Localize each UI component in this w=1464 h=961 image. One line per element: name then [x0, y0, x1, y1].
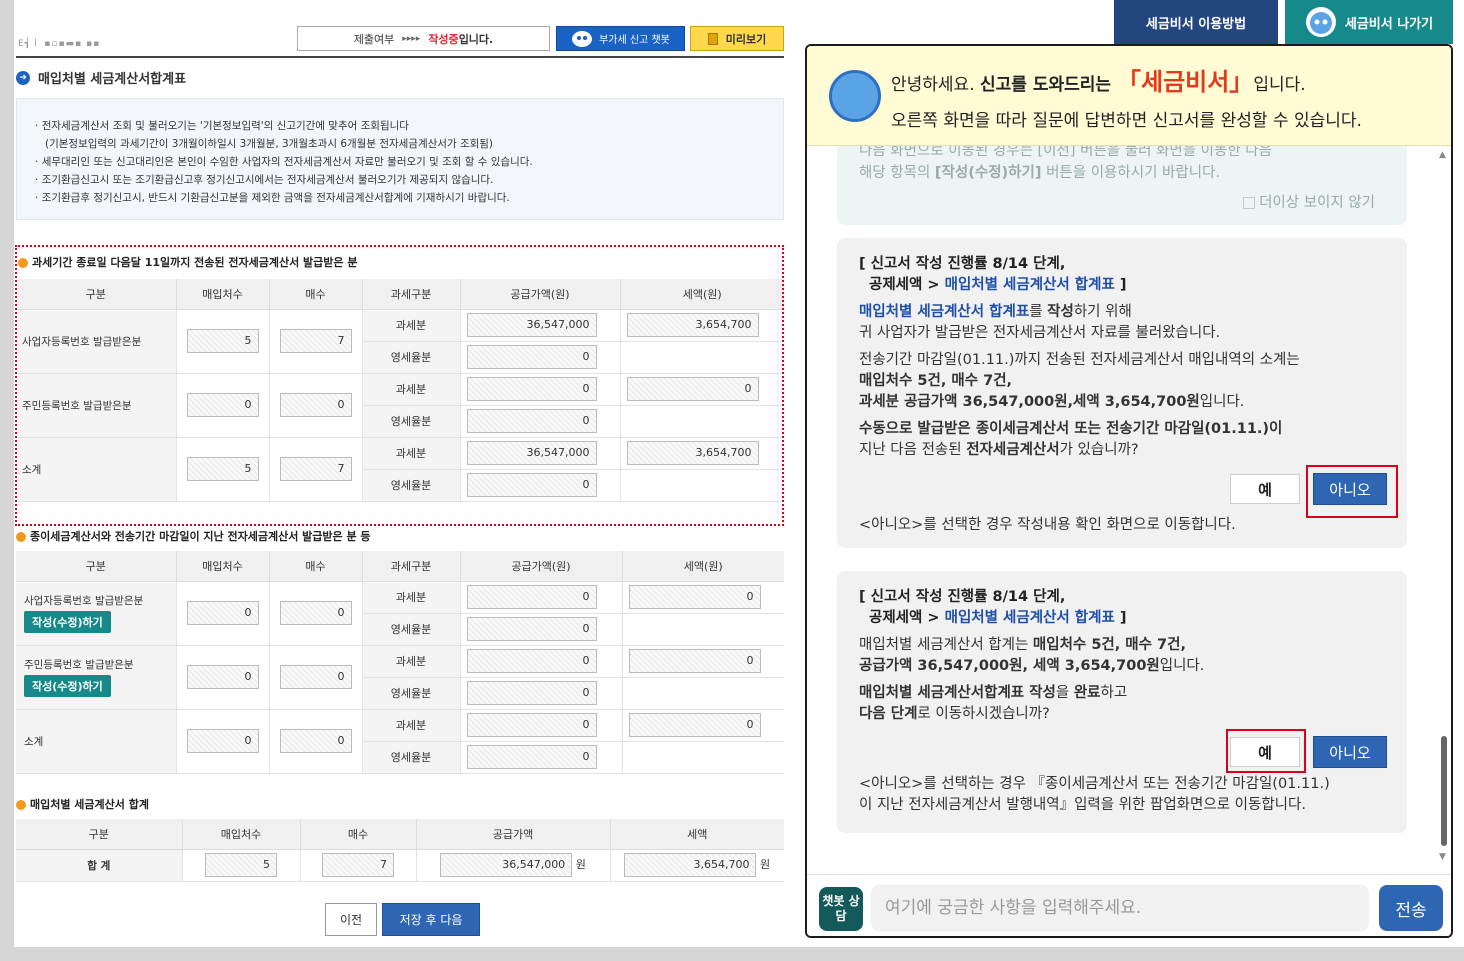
- mascot-icon: [829, 70, 881, 122]
- supply-field: 36,547,000: [466, 441, 597, 465]
- vendors-field: 5: [205, 853, 277, 877]
- count-field: 7: [279, 329, 352, 353]
- vendors-field: 0: [186, 601, 259, 625]
- scroll-down-icon[interactable]: ▼: [1439, 852, 1446, 862]
- supply-field: 0: [466, 377, 597, 401]
- chat-panel: 다음 화면으로 이동된 경우는 [이전] 버튼을 눌러 화면을 이동한 다음 해…: [805, 44, 1453, 938]
- supply-field: 0: [466, 617, 597, 641]
- dont-show-label: 더이상 보이지 않기: [1259, 195, 1375, 211]
- form-toolbar: E┪ㅣ ▪▫▪▬▪ ▪▪ 제출여부 ▸▸▸▸ 작성중입니다. 부가세 신고 챗봇…: [16, 26, 784, 58]
- notice-item: · 조기환급신고시 또는 조기환급신고후 정기신고시에서는 전자세금계산서 불러…: [35, 174, 494, 186]
- vendors-field: 5: [186, 329, 259, 353]
- vendors-field: 5: [186, 457, 259, 481]
- highlight-box: [1226, 729, 1306, 773]
- supply-field: 0: [466, 473, 597, 497]
- supply-field: 0: [466, 345, 597, 369]
- edit-button[interactable]: 작성(수정)하기: [24, 611, 111, 633]
- scroll-thumb[interactable]: [1441, 736, 1447, 846]
- faded-message: 다음 화면으로 이동된 경우는 [이전] 버튼을 눌러 화면을 이동한 다음 해…: [837, 146, 1407, 225]
- chat-input[interactable]: 여기에 궁금한 사항을 입력해주세요.: [871, 885, 1369, 931]
- vendors-field: 0: [186, 393, 259, 417]
- supply-field: 0: [466, 713, 597, 737]
- supply-field: 36,547,000: [440, 853, 573, 877]
- chat-input-area: 챗봇 상담 여기에 궁금한 사항을 입력해주세요. 전송: [807, 874, 1451, 936]
- paper-invoice-table: 구분 매입처수 매수 과세구분 공급가액(원) 세액(원) 사업자등록번호 발급…: [16, 551, 784, 774]
- table-row: 소계 5 7 과세분 36,547,000 3,654,700: [16, 437, 784, 502]
- supply-field: 0: [466, 649, 597, 673]
- summary-table: 구분 매입처수 매수 공급가액 세액 합 계 5 7 36,547,000 원 …: [16, 819, 784, 882]
- tax-field: 0: [628, 713, 761, 737]
- tax-field: 0: [628, 649, 761, 673]
- bullet-icon: [16, 532, 26, 542]
- preview-button[interactable]: 미리보기: [690, 26, 784, 51]
- mascot-icon: [1305, 7, 1336, 37]
- exit-button[interactable]: 세금비서 나가기: [1285, 0, 1453, 44]
- edit-button[interactable]: 작성(수정)하기: [24, 675, 111, 697]
- supply-field: 0: [466, 681, 597, 705]
- save-next-button[interactable]: 저장 후 다음: [382, 903, 480, 936]
- yes-button[interactable]: 예: [1230, 474, 1300, 504]
- no-button[interactable]: 아니오: [1313, 736, 1387, 768]
- arrow-right-icon: ➜: [16, 70, 30, 85]
- tax-field: 3,654,700: [624, 853, 757, 877]
- supply-field: 0: [466, 585, 597, 609]
- message-note: <아니오>를 선택한 경우 작성내용 확인 화면으로 이동합니다.: [859, 517, 1236, 533]
- notice-item: (기본정보입력의 과세기간이 3개월이하일시 3개월분, 3개월초과시 6개월분…: [45, 138, 494, 150]
- table-row: 사업자등록번호 발급받은분 5 7 과세분 36,547,000 3,654,7…: [16, 309, 784, 374]
- supply-field: 36,547,000: [466, 313, 597, 337]
- count-field: 0: [279, 601, 352, 625]
- vat-chatbot-button[interactable]: 부가세 신고 챗봇: [556, 26, 685, 51]
- notice-item: · 조기환급후 정기신고시, 반드시 기환급신고분을 제외한 금액을 전자세금계…: [35, 192, 510, 204]
- count-field: 0: [279, 393, 352, 417]
- count-field: 7: [279, 457, 352, 481]
- submission-status: 제출여부 ▸▸▸▸ 작성중입니다.: [297, 26, 550, 51]
- notice-item: · 세무대리인 또는 신고대리인은 본인이 수임한 사업자의 전자세금계산서 자…: [35, 156, 533, 168]
- highlight-box: [1306, 465, 1398, 518]
- count-field: 7: [322, 853, 394, 877]
- table-row: 사업자등록번호 발급받은분 작성(수정)하기 0 0 과세분 0 0: [16, 581, 784, 646]
- status-state: 작성중: [428, 32, 459, 46]
- chat-scrollbar[interactable]: ▲ ▼: [1439, 146, 1449, 874]
- supply-field: 0: [466, 745, 597, 769]
- supply-field: 0: [466, 409, 597, 433]
- notice-item: · 전자세금계산서 조회 및 불러오기는 '기본정보입력'의 신고기간에 맞추어…: [35, 120, 409, 132]
- count-field: 0: [279, 729, 352, 753]
- guide-button[interactable]: 세금비서 이용방법: [1114, 0, 1278, 44]
- count-field: 0: [279, 665, 352, 689]
- table-row: 합 계 5 7 36,547,000 원 3,654,700 원: [16, 849, 784, 882]
- arrows-icon: ▸▸▸▸: [402, 33, 421, 44]
- tax-field: 3,654,700: [626, 441, 759, 465]
- table-row: 주민등록번호 발급받은분 작성(수정)하기 0 0 과세분 0 0: [16, 645, 784, 710]
- table3-title: 매입처별 세금계산서 합계: [16, 796, 149, 812]
- table1-title: 과세기간 종료일 다음달 11일까지 전송된 전자세금계산서 발급받은 분: [18, 254, 357, 270]
- logo: E┪ㅣ ▪▫▪▬▪ ▪▪: [18, 39, 101, 49]
- chatbot-icon: [572, 30, 593, 47]
- bullet-icon: [16, 800, 26, 810]
- tax-field: 0: [628, 585, 761, 609]
- scroll-up-icon[interactable]: ▲: [1439, 150, 1446, 160]
- table-row: 소계 0 0 과세분 0 0: [16, 709, 784, 774]
- tax-field: 3,654,700: [626, 313, 759, 337]
- send-button[interactable]: 전송: [1379, 885, 1443, 931]
- electronic-invoice-table: 구분 매입처수 매수 과세구분 공급가액(원) 세액(원) 사업자등록번호 발급…: [16, 279, 784, 502]
- notice-box: · 전자세금계산서 조회 및 불러오기는 '기본정보입력'의 신고기간에 맞추어…: [16, 98, 784, 220]
- message-note: <아니오>를 선택하는 경우 『종이세금계산서 또는 전송기간 마감일(01.1…: [859, 776, 1330, 813]
- section-title: ➜ 매입처별 세금계산서합계표: [16, 68, 186, 87]
- bullet-icon: [18, 258, 28, 268]
- bot-consult-button[interactable]: 챗봇 상담: [819, 887, 863, 931]
- checkbox-icon[interactable]: [1243, 197, 1256, 209]
- vendors-field: 0: [186, 665, 259, 689]
- document-icon: [707, 32, 718, 45]
- table-row: 주민등록번호 발급받은분 0 0 과세분 0 0: [16, 373, 784, 438]
- greeting-banner: 안녕하세요. 신고를 도와드리는 「세금비서」입니다. 오른쪽 화면을 따라 질…: [807, 46, 1451, 146]
- vendors-field: 0: [186, 729, 259, 753]
- chat-messages[interactable]: 다음 화면으로 이동된 경우는 [이전] 버튼을 눌러 화면을 이동한 다음 해…: [807, 146, 1451, 874]
- previous-button[interactable]: 이전: [325, 903, 377, 936]
- table2-title: 종이세금계산서와 전송기간 마감일이 지난 전자세금계산서 발급받은 분 등: [16, 528, 371, 544]
- tax-field: 0: [626, 377, 759, 401]
